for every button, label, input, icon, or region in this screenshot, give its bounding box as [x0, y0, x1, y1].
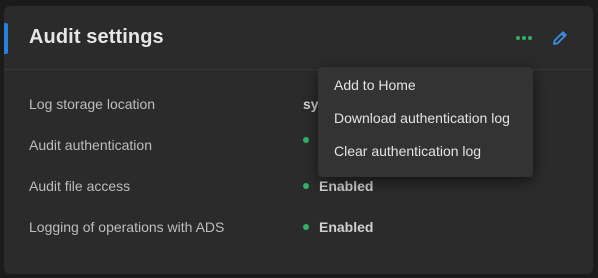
setting-label: Log storage location [29, 96, 156, 112]
menu-item-clear-authentication-log[interactable]: Clear authentication log [318, 135, 533, 168]
header-actions [513, 26, 571, 50]
setting-label: Logging of operations with ADS [29, 219, 225, 235]
setting-value-text: Enabled [319, 178, 374, 194]
setting-value-text: Enabled [319, 219, 374, 235]
status-dot [303, 224, 309, 230]
menu-item-add-to-home[interactable]: Add to Home [318, 69, 533, 102]
card-accent-bar [4, 23, 8, 54]
setting-label: Audit authentication [29, 137, 152, 153]
setting-row: Logging of operations with ADS Enabled [29, 217, 593, 258]
more-horizontal-icon [516, 36, 532, 40]
setting-value [303, 137, 319, 143]
setting-value-text: sy [303, 96, 319, 112]
pencil-icon [553, 31, 567, 45]
setting-value: Enabled [303, 219, 373, 235]
setting-value: Enabled [303, 178, 373, 194]
status-dot [303, 137, 309, 143]
card-title: Audit settings [29, 26, 164, 48]
more-actions-menu: Add to Home Download authentication log … [318, 67, 533, 177]
menu-item-download-authentication-log[interactable]: Download authentication log [318, 102, 533, 135]
edit-button[interactable] [549, 26, 571, 50]
setting-row: Audit file access Enabled [29, 176, 593, 217]
setting-label: Audit file access [29, 178, 131, 194]
status-dot [303, 183, 309, 189]
more-actions-button[interactable] [513, 26, 535, 50]
setting-value: sy [303, 96, 319, 112]
